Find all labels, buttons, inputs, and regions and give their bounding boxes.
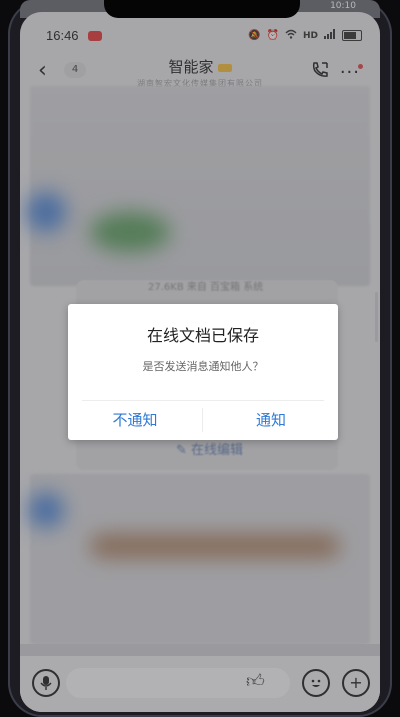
dialog-divider: [82, 400, 324, 401]
dialog-title: 在线文档已保存: [146, 326, 259, 345]
dialog-button-separator: [202, 408, 203, 432]
screen: 16:46 🔕 ⏰ HD ‹ 4 智能家 湖南智宏文化传媒集团有限公司 ···: [20, 12, 380, 712]
dialog-message: 是否发送消息通知他人？: [142, 360, 264, 373]
dont-notify-button[interactable]: 不通知: [68, 402, 202, 438]
notch: [104, 0, 300, 18]
scrollbar[interactable]: [375, 292, 378, 342]
notify-dialog: 在线文档已保存 是否发送消息通知他人？ 不通知 通知: [68, 304, 338, 440]
notify-button[interactable]: 通知: [204, 402, 338, 438]
ghost-time: 10:10: [330, 1, 356, 11]
